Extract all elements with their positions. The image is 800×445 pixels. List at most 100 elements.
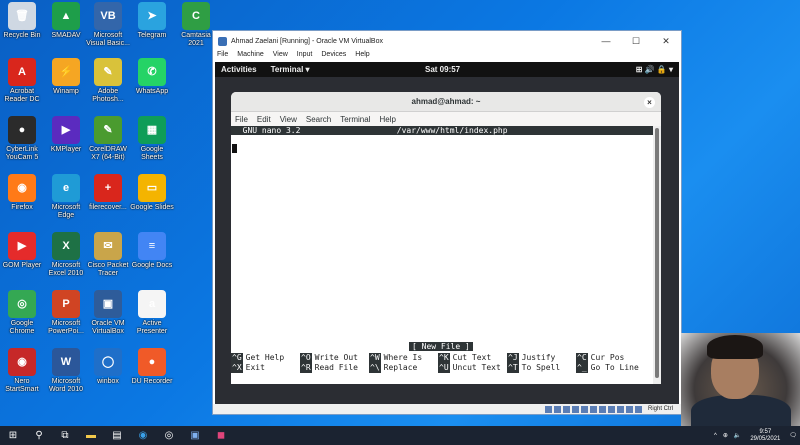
menu-help[interactable]: Help <box>355 51 369 62</box>
search-icon[interactable]: ⚲ <box>26 426 52 445</box>
shortcut-key: ^_ <box>576 363 588 373</box>
desktop-icon[interactable]: ● DU Recorder <box>130 348 174 386</box>
terminal-menu-file[interactable]: File <box>235 115 248 124</box>
edge-icon[interactable]: ◉ <box>130 426 156 445</box>
desktop-icon-label: Firefox <box>11 204 33 211</box>
desktop-icon[interactable]: ◯ winbox <box>86 348 130 386</box>
desktop-icon[interactable]: 🗑 Recycle Bin <box>0 2 44 40</box>
desktop-icon[interactable]: ≡ Google Docs <box>130 232 174 270</box>
desktop-icon[interactable]: P Microsoft PowerPoi... <box>44 290 88 336</box>
desktop-icon-label: KMPlayer <box>50 146 82 153</box>
nano-shortcut: ^W Where Is <box>369 353 438 363</box>
desktop-icon[interactable]: ▶ GOM Player <box>0 232 44 270</box>
virtualbox-titlebar[interactable]: Ahmad Zaelani [Running] - Oracle VM Virt… <box>213 31 681 51</box>
system-menu[interactable]: ⊞ 🔊 🔒 ▾ <box>636 65 673 74</box>
app-icon: C <box>182 2 210 30</box>
nano-shortcut: ^K Cut Text <box>438 353 507 363</box>
recorder-task-icon[interactable]: ◼ <box>208 426 234 445</box>
gnome-top-bar: Activities Terminal ▾ Sat 09:57 ⊞ 🔊 🔒 ▾ <box>215 62 679 77</box>
taskbar-clock[interactable]: 9:57 29/05/2021 <box>750 429 780 443</box>
terminal-menu-terminal[interactable]: Terminal <box>340 115 370 124</box>
app-icon: a <box>138 290 166 318</box>
terminal-scrollbar[interactable] <box>653 126 661 384</box>
desktop-icon[interactable]: ➤ Telegram <box>130 2 174 40</box>
close-button[interactable]: ✕ <box>651 36 681 47</box>
desktop-icon[interactable]: W Microsoft Word 2010 <box>44 348 88 394</box>
start-button[interactable]: ⊞ <box>0 426 26 445</box>
notification-icon[interactable]: 🗨 <box>789 432 797 439</box>
desktop-icon-label: Cisco Packet Tracer <box>87 262 129 277</box>
desktop-icon-label: Telegram <box>137 32 167 39</box>
media-player-icon[interactable]: ◎ <box>156 426 182 445</box>
desktop-icon[interactable]: e Microsoft Edge <box>44 174 88 220</box>
app-icon: ◎ <box>8 290 36 318</box>
shortcut-key: ^U <box>438 363 450 373</box>
menu-machine[interactable]: Machine <box>237 51 263 62</box>
desktop-icon[interactable]: ▭ Google Slides <box>130 174 174 212</box>
nano-shortcut: ^U Uncut Text <box>438 363 507 373</box>
shortcut-label: Where Is <box>383 353 423 362</box>
webcam-overlay <box>681 333 800 426</box>
tray-arrow-icon[interactable]: ^ <box>714 433 717 439</box>
file-explorer-icon[interactable]: ▬ <box>78 426 104 445</box>
desktop-icon[interactable]: ✎ CorelDRAW X7 (64-Bit) <box>86 116 130 162</box>
nano-shortcut: ^_ Go To Line <box>576 363 645 373</box>
shortcut-label: Replace <box>383 363 418 372</box>
desktop-icon-label: winbox <box>97 378 119 385</box>
desktop-icon-label: GOM Player <box>2 262 42 269</box>
desktop-icon-label: Acrobat Reader DC <box>4 88 40 103</box>
desktop-icon[interactable]: ✆ WhatsApp <box>130 58 174 96</box>
network-icon[interactable]: ⊕ <box>723 432 728 439</box>
desktop-icon[interactable]: ⚡ Winamp <box>44 58 88 96</box>
desktop-icon[interactable]: ◎ Google Chrome <box>0 290 44 336</box>
desktop-icon-label: Microsoft Visual Basic... <box>86 32 130 47</box>
app-icon: VB <box>94 2 122 30</box>
guest-screen[interactable]: Activities Terminal ▾ Sat 09:57 ⊞ 🔊 🔒 ▾ … <box>215 62 679 407</box>
desktop-icon[interactable]: + filerecover... <box>86 174 130 212</box>
desktop-icon-label: Google Slides <box>130 204 174 211</box>
desktop-icon[interactable]: a Active Presenter <box>130 290 174 336</box>
app-icon: ● <box>138 348 166 376</box>
virtualbox-task-icon[interactable]: ▣ <box>182 426 208 445</box>
activities-button[interactable]: Activities <box>221 65 257 74</box>
terminal-menu-view[interactable]: View <box>280 115 297 124</box>
desktop-icon[interactable]: ▶ KMPlayer <box>44 116 88 154</box>
desktop-icon[interactable]: ▦ Google Sheets <box>130 116 174 162</box>
calculator-icon[interactable]: ▤ <box>104 426 130 445</box>
desktop-icon[interactable]: ▲ SMADAV <box>44 2 88 40</box>
minimize-button[interactable]: — <box>591 36 621 47</box>
desktop-icon[interactable]: VB Microsoft Visual Basic... <box>86 2 130 48</box>
terminal-title: ahmad@ahmad: ~ <box>411 97 481 106</box>
app-icon: ➤ <box>138 2 166 30</box>
terminal-close-button[interactable]: × <box>644 97 655 108</box>
webcam-person-hair <box>707 335 763 359</box>
task-view-icon[interactable]: ⧉ <box>52 426 78 445</box>
maximize-button[interactable]: ☐ <box>621 36 651 47</box>
desktop-icon[interactable]: X Microsoft Excel 2010 <box>44 232 88 278</box>
menu-input[interactable]: Input <box>297 51 313 62</box>
scrollbar-thumb[interactable] <box>655 128 659 378</box>
desktop-icon[interactable]: A Acrobat Reader DC <box>0 58 44 104</box>
desktop-icon[interactable]: ✉ Cisco Packet Tracer <box>86 232 130 278</box>
gnome-clock[interactable]: Sat 09:57 <box>425 65 460 74</box>
terminal-menu-help[interactable]: Help <box>379 115 395 124</box>
nano-editor[interactable]: GNU nano 3.2 /var/www/html/index.php [ N… <box>231 126 653 384</box>
desktop-icon[interactable]: ◉ Firefox <box>0 174 44 212</box>
menu-view[interactable]: View <box>273 51 288 62</box>
volume-icon[interactable]: 🔈 <box>734 432 741 439</box>
nano-shortcuts: ^G Get Help ^O Write Out ^W Where Is ^K Cut Tex… <box>231 353 653 373</box>
virtualbox-window: Ahmad Zaelani [Running] - Oracle VM Virt… <box>212 30 682 415</box>
desktop-icon[interactable]: ● CyberLink YouCam 5 <box>0 116 44 162</box>
terminal-app-menu[interactable]: Terminal ▾ <box>271 65 310 74</box>
terminal-menu-edit[interactable]: Edit <box>257 115 271 124</box>
desktop-icon[interactable]: ◉ Nero StartSmart <box>0 348 44 394</box>
terminal-menu-search[interactable]: Search <box>306 115 331 124</box>
menu-file[interactable]: File <box>217 51 228 62</box>
app-icon: ● <box>8 116 36 144</box>
device-status-icons[interactable] <box>544 405 644 413</box>
desktop-icon[interactable]: ✎ Adobe Photosh... <box>86 58 130 104</box>
app-icon: ▭ <box>138 174 166 202</box>
desktop-icon[interactable]: ▣ Oracle VM VirtualBox <box>86 290 130 336</box>
menu-devices[interactable]: Devices <box>321 51 346 62</box>
terminal-titlebar[interactable]: ahmad@ahmad: ~ × <box>231 92 661 112</box>
